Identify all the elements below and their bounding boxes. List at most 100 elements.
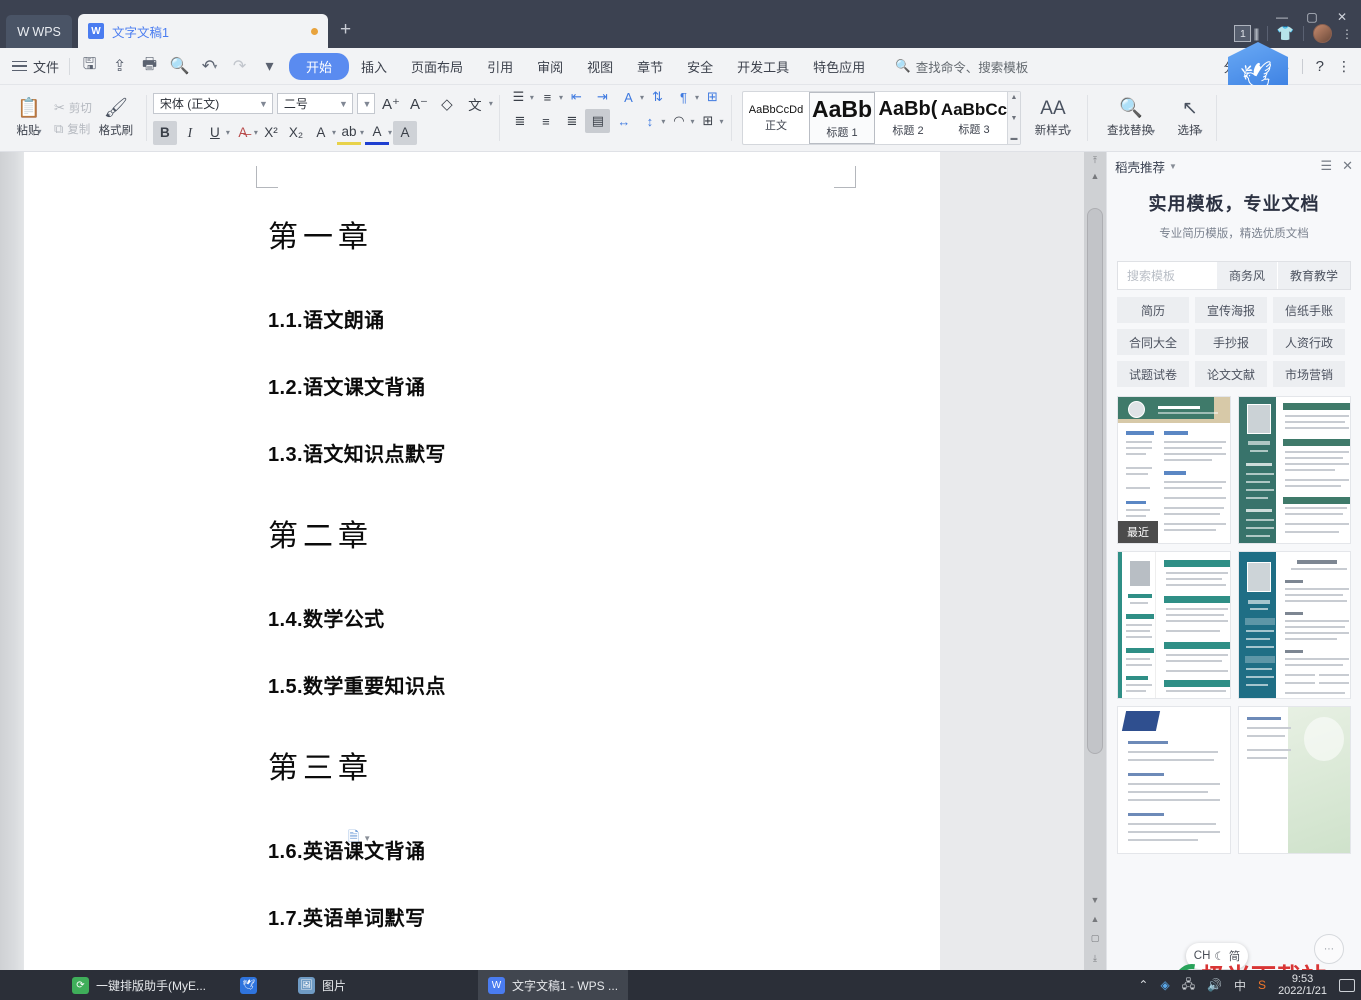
scrollbar-thumb[interactable] (1087, 208, 1103, 754)
heading-chapter-1[interactable]: 第一章 (268, 212, 868, 256)
tab-start[interactable]: 开始 (289, 52, 350, 80)
scroll-bottom-icon[interactable]: ⤓ (1093, 953, 1097, 964)
taskbar-item-wps[interactable]: 🕊 (230, 970, 274, 1000)
highlight-icon[interactable]: ab (336, 121, 361, 145)
scroll-top-icon[interactable]: ⤒ (1084, 152, 1106, 168)
heading-1-3[interactable]: 1.3.语文知识点默写 (268, 438, 868, 467)
pinyin-guide-icon[interactable]: 文 (463, 92, 487, 116)
chevron-down-icon[interactable]: ▾ (640, 93, 644, 102)
ime-cn-icon[interactable]: 中 (1234, 977, 1246, 994)
list-menu-icon[interactable]: ☰ (1320, 158, 1332, 174)
paste-options-smart-tag[interactable]: 🗎 ▼ (348, 826, 371, 850)
chip-poster[interactable]: 宣传海报 (1195, 297, 1267, 323)
superscript-icon[interactable]: X² (259, 121, 283, 145)
sort-icon[interactable]: ⇅ (645, 85, 670, 109)
find-replace-button[interactable]: 🔍 查找替换▾ (1098, 98, 1164, 138)
asian-layout-icon[interactable]: A (616, 85, 641, 109)
justify-icon[interactable]: ▤ (585, 109, 611, 133)
heading-chapter-3[interactable]: 第三章 (268, 743, 868, 787)
scroll-down-icon[interactable]: ▼ (1011, 115, 1018, 122)
close-icon[interactable]: ✕ (1342, 158, 1353, 174)
style-gallery-expand-icon[interactable]: ▬ (1010, 135, 1017, 142)
bold-icon[interactable]: B (152, 120, 177, 145)
chevron-down-icon[interactable]: ▾ (695, 93, 699, 102)
chevron-down-icon[interactable]: ▾ (388, 128, 392, 137)
paste-button[interactable]: 📋 粘贴▾ (6, 98, 52, 138)
tab-security[interactable]: 安全 (675, 53, 725, 80)
show-hidden-icons-icon[interactable]: ⌃ (1138, 978, 1148, 992)
action-center-icon[interactable] (1339, 978, 1355, 992)
taskbar-item-writer[interactable]: W 文字文稿1 - WPS ... (478, 970, 629, 1000)
document-tab[interactable]: W 文字文稿1 (78, 14, 328, 48)
strikethrough-icon[interactable]: A̶ (231, 121, 255, 145)
chevron-down-icon[interactable]: ▼ (363, 834, 371, 843)
shrink-font-icon[interactable]: A⁻ (407, 92, 431, 116)
taskbar-item-typesetting[interactable]: ⟳ 一键排版助手(MyE... (62, 970, 216, 1000)
select-button[interactable]: ↖ 选择▾ (1164, 98, 1216, 138)
tab-section[interactable]: 章节 (625, 53, 675, 80)
chevron-down-icon[interactable]: ▾ (690, 117, 694, 126)
character-shading-icon[interactable]: A (392, 120, 417, 145)
more-vertical-icon[interactable]: ⋮ (1341, 27, 1353, 41)
chevron-down-icon[interactable]: ▼ (1169, 162, 1177, 171)
heading-chapter-2[interactable]: 第二章 (268, 511, 868, 555)
template-card[interactable] (1117, 551, 1231, 699)
print-preview-icon[interactable]: 🔍 (170, 57, 190, 76)
new-style-button[interactable]: AA 新样式▾ (1025, 98, 1081, 138)
tab-featured-apps[interactable]: 特色应用 (801, 53, 877, 80)
shirt-icon[interactable]: 👕 (1277, 25, 1294, 42)
align-right-icon[interactable]: ≣ (559, 109, 584, 133)
search-keyword-business[interactable]: 商务风 (1215, 262, 1277, 289)
chevron-down-icon[interactable]: ▾ (719, 117, 723, 126)
page-count-badge[interactable]: 1 ||| (1234, 25, 1260, 42)
cloud-save-icon[interactable]: ⇪ (110, 57, 129, 76)
style-item-heading1[interactable]: AaBb 标题 1 (808, 92, 875, 144)
font-name-select[interactable]: 宋体 (正文) ▼ (152, 93, 273, 114)
template-search-input[interactable]: 搜索模板 (1118, 267, 1216, 284)
new-tab-button[interactable]: + (340, 20, 351, 40)
menubar-more-button[interactable]: ⋮ (1337, 58, 1351, 75)
heading-1-5[interactable]: 1.5.数学重要知识点 (268, 670, 868, 699)
chip-exams[interactable]: 试题试卷 (1117, 361, 1189, 387)
document-page[interactable]: 第一章 1.1.语文朗诵 1.2.语文课文背诵 1.3.语文知识点默写 第二章 … (148, 152, 940, 970)
grow-font-icon[interactable]: A⁺ (379, 92, 403, 116)
template-card[interactable] (1237, 396, 1351, 544)
format-painter-button[interactable]: 🖌 格式刷 (92, 98, 140, 138)
search-keyword-education[interactable]: 教育教学 (1276, 262, 1350, 289)
bullet-list-icon[interactable]: ☰ (506, 85, 531, 109)
chip-handcopy[interactable]: 手抄报 (1195, 329, 1267, 355)
volume-icon[interactable]: 🔊 (1207, 978, 1222, 992)
ime-indicator[interactable]: CH ☾ 简 (1186, 943, 1248, 969)
subscript-icon[interactable]: X₂ (284, 121, 308, 145)
chevron-down-icon[interactable]: ▾ (559, 93, 563, 102)
dropbox-icon[interactable]: ◈ (1160, 978, 1169, 992)
underline-icon[interactable]: U (203, 121, 227, 145)
document-body[interactable]: 第一章 1.1.语文朗诵 1.2.语文课文背诵 1.3.语文知识点默写 第二章 … (268, 212, 868, 931)
chevron-down-icon[interactable]: ▾ (332, 128, 336, 137)
command-search[interactable]: 🔍 查找命令、搜索模板 (895, 57, 1028, 76)
template-search-bar[interactable]: 搜索模板 商务风 教育教学 (1117, 261, 1351, 290)
taskbar-item-photos[interactable]: 🖼 图片 (288, 970, 356, 1000)
network-icon[interactable]: 🖧 (1182, 975, 1195, 996)
tab-developer[interactable]: 开发工具 (725, 53, 801, 80)
tab-references[interactable]: 引用 (475, 53, 525, 80)
template-card[interactable] (1237, 551, 1351, 699)
print-icon[interactable]: 🖶 (140, 56, 159, 76)
style-item-heading2[interactable]: AaBb( 标题 2 (875, 92, 941, 144)
chevron-down-icon[interactable]: ▾ (661, 117, 665, 126)
chevron-down-icon[interactable]: ▾ (226, 128, 230, 137)
scroll-up-icon[interactable]: ▲ (1084, 168, 1106, 184)
scroll-up-icon[interactable]: ▲ (1011, 94, 1018, 101)
customize-qat-icon[interactable]: ▾ (260, 57, 279, 76)
avatar[interactable] (1313, 24, 1332, 43)
chevron-down-icon[interactable]: ▾ (530, 93, 534, 102)
previous-page-icon[interactable]: ▼ (1091, 895, 1100, 905)
increase-indent-icon[interactable]: ⇥ (590, 85, 615, 109)
template-card[interactable] (1117, 706, 1231, 854)
feedback-bubble-icon[interactable]: ⋯ (1314, 934, 1344, 964)
show-marks-icon[interactable]: ¶ (671, 85, 696, 109)
line-spacing-icon[interactable]: ↕ (637, 109, 662, 133)
italic-icon[interactable]: I (178, 121, 202, 145)
chevron-down-icon[interactable]: ▾ (360, 128, 364, 137)
clear-format-icon[interactable]: ◇ (435, 92, 459, 116)
